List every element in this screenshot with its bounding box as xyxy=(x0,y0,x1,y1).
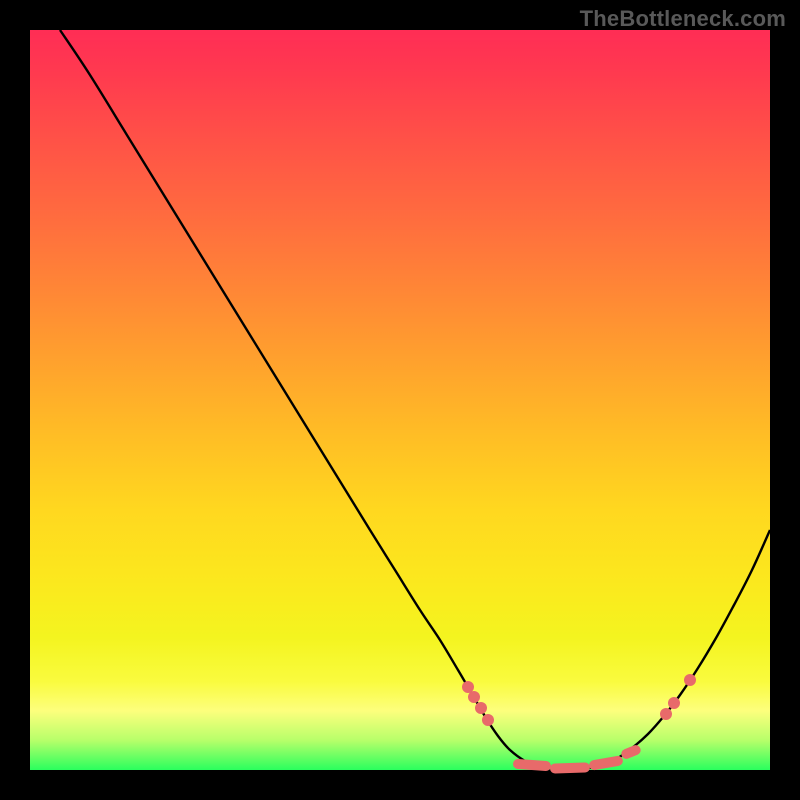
highlight-dot xyxy=(462,681,474,693)
highlight-pill xyxy=(550,762,590,773)
highlight-pill xyxy=(620,744,642,761)
highlight-dot xyxy=(684,674,696,686)
highlight-dot xyxy=(660,708,672,720)
highlight-pills xyxy=(513,744,642,774)
curve-svg xyxy=(30,30,770,770)
highlight-dot xyxy=(482,714,494,726)
highlight-dot xyxy=(468,691,480,703)
watermark-text: TheBottleneck.com xyxy=(580,6,786,32)
highlight-dot xyxy=(668,697,680,709)
highlight-pill xyxy=(588,755,623,771)
chart-container: TheBottleneck.com xyxy=(0,0,800,800)
highlight-dot xyxy=(475,702,487,714)
bottleneck-curve xyxy=(60,30,770,770)
plot-area xyxy=(30,30,770,770)
highlight-pill xyxy=(513,759,552,772)
